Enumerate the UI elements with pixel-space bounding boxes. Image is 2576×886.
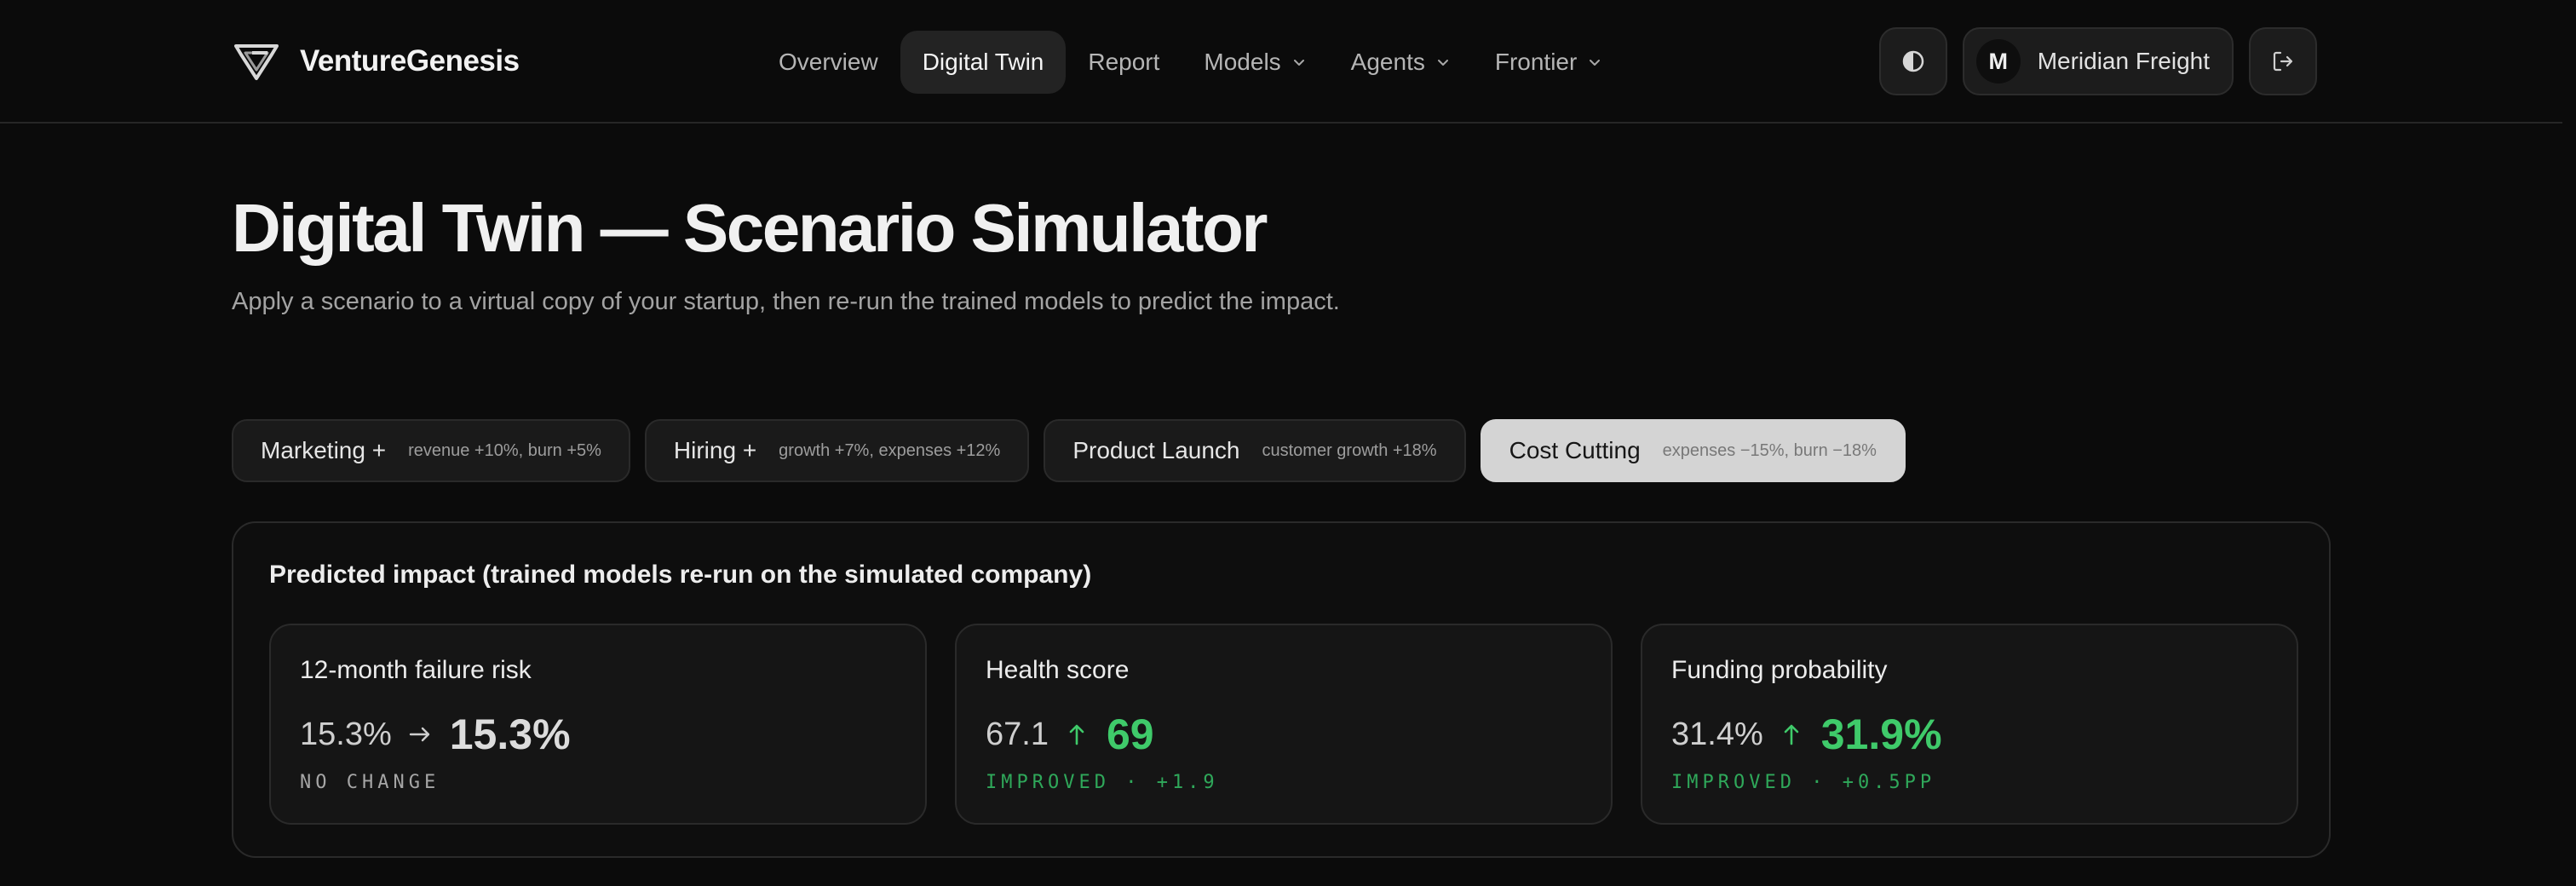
header-actions: M Meridian Freight — [1878, 27, 2317, 95]
scenario-detail: growth +7%, expenses +12% — [779, 440, 1001, 460]
metric-title: Funding probability — [1671, 656, 1888, 684]
metric-card-failure-risk: 12-month failure risk 15.3% 15.3% NO CHA… — [269, 624, 927, 825]
chevron-down-icon — [1293, 60, 1304, 66]
metric-status: NO CHANGE — [300, 772, 440, 793]
metric-status: IMPROVED · +1.9 — [986, 772, 1219, 793]
scenario-detail: expenses −15%, burn −18% — [1662, 440, 1877, 460]
nav-item-digital-twin[interactable]: Digital Twin — [900, 31, 1067, 94]
theme-toggle-button[interactable] — [1878, 27, 1947, 95]
scenario-chip-hiring[interactable]: Hiring + growth +7%, expenses +12% — [644, 419, 1030, 482]
page-subtitle: Apply a scenario to a virtual copy of yo… — [232, 288, 1340, 315]
metric-status: IMPROVED · +0.5PP — [1671, 772, 1936, 793]
nav-item-label: Report — [1088, 49, 1160, 75]
account-name: Meridian Freight — [2037, 48, 2210, 74]
panel-title: Predicted impact (trained models re-run … — [269, 561, 1092, 589]
scenario-label: Product Launch — [1072, 437, 1240, 463]
scenario-selector: Marketing + revenue +10%, burn +5% Hirin… — [232, 419, 1906, 482]
metric-values: 67.1 69 — [986, 709, 1154, 760]
arrow-up-icon — [1784, 724, 1799, 745]
brand[interactable]: VentureGenesis — [233, 41, 520, 82]
metric-after: 31.9% — [1820, 711, 1942, 758]
nav-item-label: Overview — [779, 49, 878, 75]
metric-title: Health score — [986, 656, 1130, 684]
chevron-down-icon — [1590, 60, 1601, 66]
avatar: M — [1975, 39, 2021, 83]
arrow-up-icon — [1069, 724, 1084, 745]
nav-item-label: Models — [1204, 49, 1281, 75]
predicted-impact-panel: Predicted impact (trained models re-run … — [232, 521, 2331, 858]
metric-title: 12-month failure risk — [300, 656, 532, 684]
metric-after: 15.3% — [449, 711, 571, 758]
metric-card-health-score: Health score 67.1 69 IMPROVED · +1.9 — [955, 624, 1613, 825]
nav-item-label: Agents — [1350, 49, 1425, 75]
metric-card-funding-probability: Funding probability 31.4% 31.9% IMPROVED… — [1641, 624, 2298, 825]
nav-item-label: Frontier — [1494, 49, 1578, 75]
scenario-chip-product-launch[interactable]: Product Launch customer growth +18% — [1044, 419, 1466, 482]
brand-name: VentureGenesis — [300, 44, 520, 78]
nav-item-frontier[interactable]: Frontier — [1473, 31, 1624, 94]
metric-before: 67.1 — [986, 716, 1049, 752]
logout-icon — [2273, 51, 2293, 72]
nav-item-report[interactable]: Report — [1066, 31, 1182, 94]
account-button[interactable]: M Meridian Freight — [1962, 27, 2234, 95]
scenario-label: Marketing + — [261, 437, 387, 463]
metric-before: 15.3% — [300, 716, 392, 752]
nav-item-label: Digital Twin — [922, 49, 1044, 75]
nav-item-models[interactable]: Models — [1182, 31, 1328, 94]
metric-after: 69 — [1106, 711, 1154, 758]
arrow-right-icon — [409, 727, 429, 742]
triangle-chevron-logo — [234, 44, 279, 80]
nav-item-overview[interactable]: Overview — [756, 31, 900, 94]
main-nav: Overview Digital Twin Report Models Agen… — [756, 29, 1624, 95]
scenario-chip-marketing[interactable]: Marketing + revenue +10%, burn +5% — [232, 419, 630, 482]
logout-button[interactable] — [2249, 27, 2317, 95]
scenario-detail: customer growth +18% — [1262, 440, 1437, 460]
metric-before: 31.4% — [1671, 716, 1763, 752]
metric-values: 15.3% 15.3% — [300, 709, 571, 760]
top-header: VentureGenesis Overview Digital Twin Rep… — [0, 0, 2562, 124]
scenario-label: Cost Cutting — [1509, 437, 1641, 463]
nav-item-agents[interactable]: Agents — [1329, 31, 1473, 94]
chevron-down-icon — [1437, 60, 1448, 66]
scenario-detail: revenue +10%, burn +5% — [408, 440, 601, 460]
scenario-chip-cost-cutting[interactable]: Cost Cutting expenses −15%, burn −18% — [1480, 419, 1906, 482]
metric-values: 31.4% 31.9% — [1671, 709, 1942, 760]
scenario-label: Hiring + — [673, 437, 757, 463]
impact-cards: 12-month failure risk 15.3% 15.3% NO CHA… — [269, 624, 2298, 825]
contrast-icon — [1902, 50, 1923, 72]
page-title: Digital Twin — Scenario Simulator — [232, 190, 1268, 266]
